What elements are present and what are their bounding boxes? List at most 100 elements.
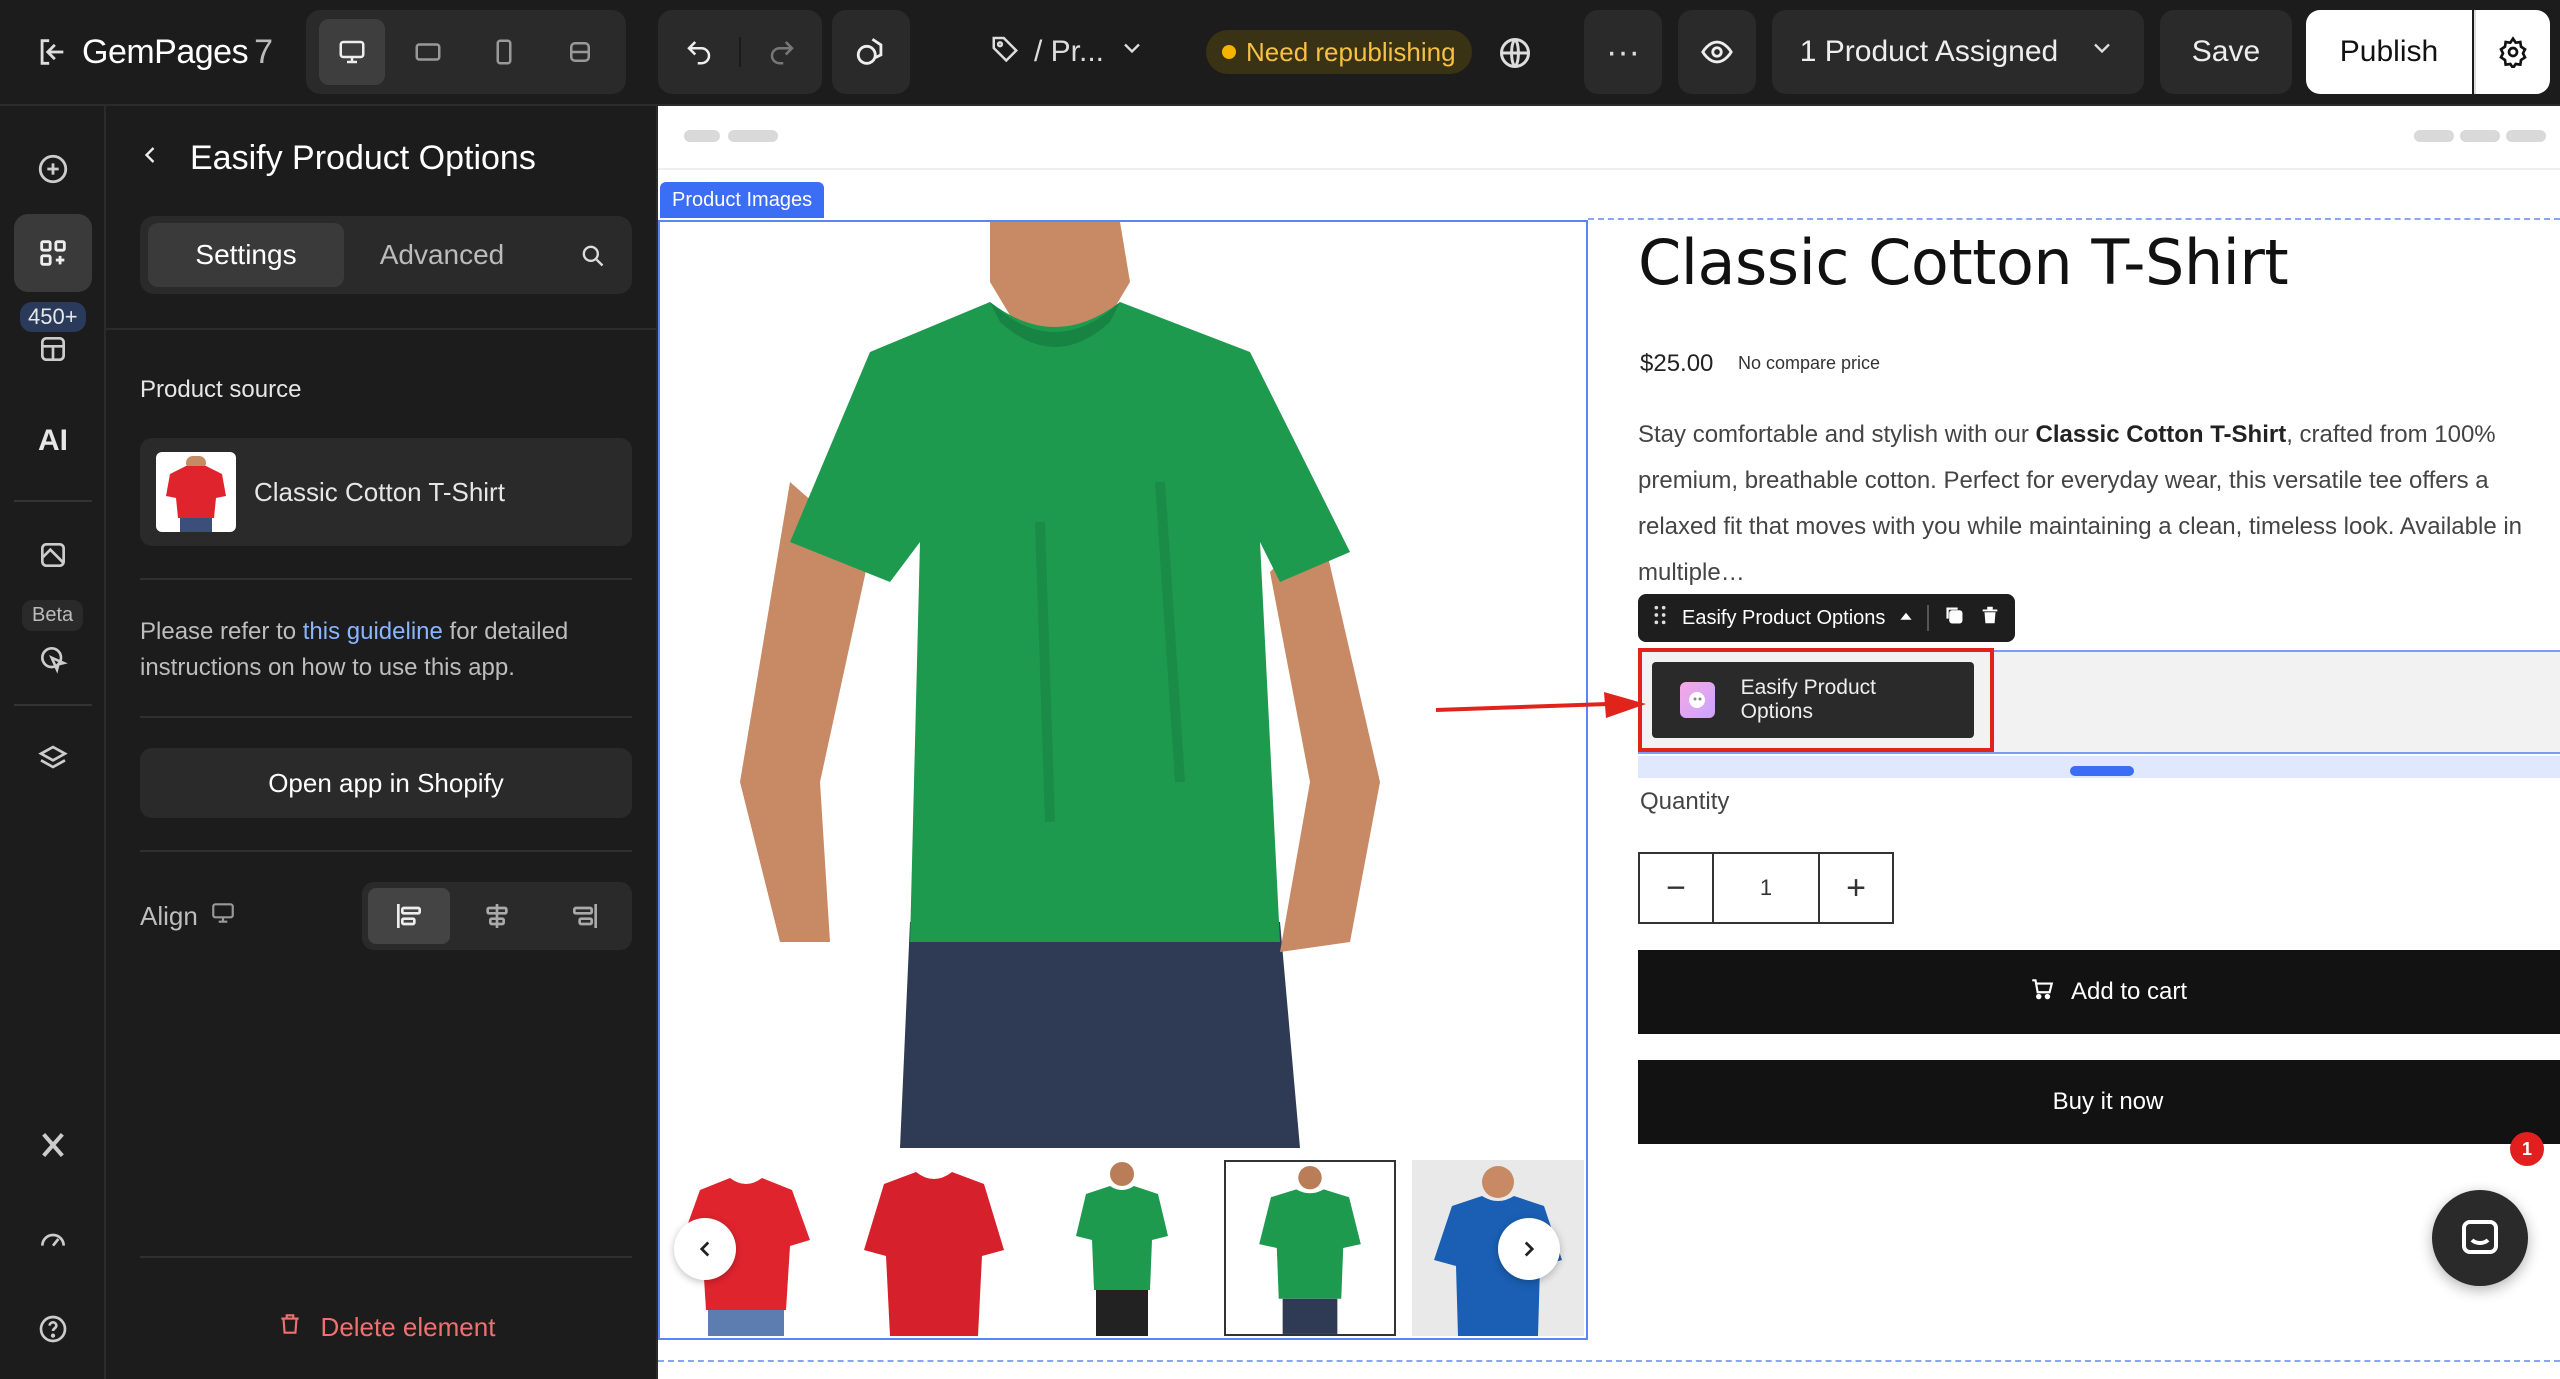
align-center-icon[interactable] [456, 888, 538, 944]
product-images-label[interactable]: Product Images [660, 182, 825, 218]
more-button[interactable]: ··· [1584, 10, 1662, 94]
align-left-icon[interactable] [368, 888, 450, 944]
highlight-box [1638, 648, 1994, 752]
product-price[interactable]: $25.00 [1640, 350, 1713, 378]
add-icon[interactable] [14, 130, 92, 208]
product-source-picker[interactable]: Classic Cotton T-Shirt [140, 438, 632, 546]
panel-title: Easify Product Options [190, 138, 536, 177]
chevron-down-icon [1118, 34, 1146, 70]
top-toolbar: GemPages 7 / Pr... Need republishing ···… [0, 0, 2560, 106]
product-description[interactable]: Stay comfortable and stylish with our Cl… [1638, 412, 2548, 596]
duplicate-icon[interactable] [1943, 604, 1965, 632]
left-icon-rail: 450+ AI Beta [0, 106, 106, 1379]
quantity-stepper: − 1 + [1638, 852, 1894, 924]
compare-price[interactable]: No compare price [1738, 353, 1880, 374]
chevron-left-icon[interactable] [136, 139, 164, 178]
rail-divider [14, 500, 92, 502]
panel-divider [140, 578, 632, 580]
status-text: Need republishing [1246, 36, 1456, 67]
tag-icon [990, 33, 1020, 71]
speed-icon[interactable] [14, 1200, 92, 1278]
add-to-cart-button[interactable]: Add to cart [1638, 950, 2560, 1034]
arrow-right-icon [1435, 692, 1646, 718]
beta-cursor-icon[interactable] [14, 620, 92, 698]
sections-icon[interactable] [14, 310, 92, 388]
header-skeleton [2506, 130, 2546, 142]
product-assigned-label: 1 Product Assigned [1799, 35, 2059, 68]
help-icon[interactable] [14, 1290, 92, 1368]
panel-tabs: Settings Advanced [140, 216, 632, 294]
product-title[interactable]: Classic Cotton T-Shirt [1638, 226, 2289, 299]
ai-label: AI [38, 424, 68, 457]
resize-handle[interactable] [2070, 766, 2134, 776]
panel-divider [106, 328, 658, 330]
product-source-name: Classic Cotton T-Shirt [254, 476, 505, 507]
guide-prefix: Please refer to [140, 618, 303, 645]
align-row: Align [140, 882, 632, 950]
mobile-icon[interactable] [471, 19, 537, 85]
elements-icon[interactable] [14, 214, 92, 292]
rail-divider [14, 704, 92, 706]
quantity-decrease-button[interactable]: − [1640, 854, 1712, 922]
desktop-small-icon [210, 900, 236, 933]
quantity-input[interactable]: 1 [1712, 854, 1820, 922]
editor-canvas: Product Images Classic Cotton T-Shirt $2… [658, 106, 2560, 1379]
carousel-prev-button[interactable] [674, 1218, 736, 1280]
ai-icon[interactable]: AI [14, 402, 92, 480]
save-button[interactable]: Save [2160, 10, 2292, 94]
add-to-cart-label: Add to cart [2070, 978, 2188, 1005]
delete-element-button[interactable]: Delete element [140, 1302, 632, 1352]
status-dot [1222, 45, 1236, 59]
shapes-icon[interactable] [832, 10, 910, 94]
quantity-increase-button[interactable]: + [1820, 854, 1892, 922]
buy-now-button[interactable]: Buy it now [1638, 1060, 2560, 1144]
thumbnail-item-selected[interactable] [1224, 1160, 1396, 1336]
trash-icon [277, 1311, 303, 1344]
eye-icon[interactable] [1678, 10, 1756, 94]
trash-icon[interactable] [1979, 604, 2001, 632]
brand-version: 7 [254, 32, 273, 71]
undo-icon[interactable] [658, 37, 739, 67]
panel-divider [140, 850, 632, 852]
brand-name: GemPages [82, 32, 249, 71]
desktop-icon[interactable] [319, 19, 385, 85]
section-outline [658, 1360, 2560, 1362]
gear-icon[interactable] [2474, 10, 2550, 94]
chat-icon[interactable] [2432, 1190, 2528, 1286]
tablet-landscape-icon[interactable] [395, 19, 461, 85]
redo-icon[interactable] [739, 37, 822, 67]
quantity-label: Quantity [1640, 788, 1730, 815]
align-label: Align [140, 900, 198, 931]
more-icon: ··· [1606, 32, 1640, 71]
product-assigned-dropdown[interactable]: 1 Product Assigned [1772, 10, 2144, 94]
theme-icon[interactable] [14, 516, 92, 594]
search-icon[interactable] [560, 223, 624, 287]
publish-button[interactable]: Publish [2306, 10, 2472, 94]
tab-advanced[interactable]: Advanced [344, 223, 540, 287]
element-toolbar: Easify Product Options [1638, 594, 2016, 642]
status-badge[interactable]: Need republishing [1206, 30, 1472, 74]
carousel-next-button[interactable] [1498, 1218, 1560, 1280]
exit-icon[interactable] [28, 28, 76, 76]
layers-icon[interactable] [14, 720, 92, 798]
guideline-link[interactable]: this guideline [303, 618, 443, 645]
section-outline [1588, 218, 2560, 220]
panel-header: Easify Product Options [136, 132, 536, 184]
tab-settings[interactable]: Settings [148, 223, 344, 287]
fullwidth-icon[interactable] [547, 19, 613, 85]
drag-handle-icon[interactable] [1652, 604, 1668, 632]
align-right-icon[interactable] [544, 888, 626, 944]
header-divider [658, 168, 2560, 170]
thumbnail-item[interactable] [848, 1160, 1020, 1336]
toolbar-separator [1927, 605, 1930, 631]
open-app-button[interactable]: Open app in Shopify [140, 748, 632, 818]
x-logo-icon[interactable] [14, 1106, 92, 1184]
page-selector[interactable]: / Pr... [990, 22, 1146, 82]
product-main-image[interactable] [660, 222, 1586, 1148]
header-skeleton [728, 130, 778, 142]
globe-icon[interactable] [1490, 28, 1540, 78]
caret-up-icon[interactable] [1899, 607, 1913, 630]
element-toolbar-label[interactable]: Easify Product Options [1682, 607, 1885, 630]
product-thumbnail [156, 452, 236, 532]
thumbnail-item[interactable] [1036, 1160, 1208, 1336]
